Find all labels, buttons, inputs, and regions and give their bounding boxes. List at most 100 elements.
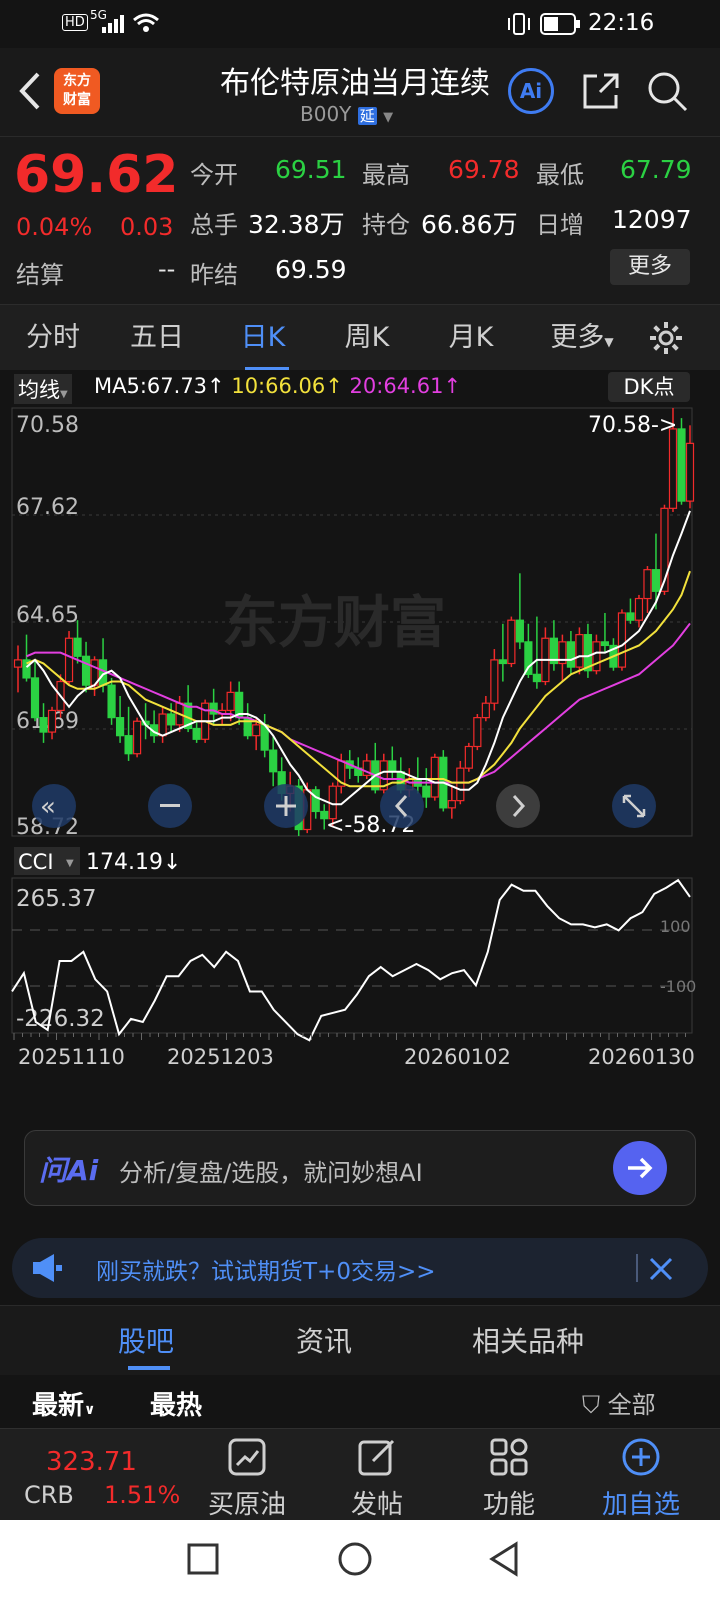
delayed-badge: 延 (357, 107, 377, 125)
tab-weekly-k[interactable]: 周K (322, 305, 412, 371)
watermark: 东方财富 (222, 593, 446, 655)
candlestick-chart[interactable]: 东方财富 70.58 67.62 64.65 61.69 58.72 70.58… (0, 370, 720, 1105)
candle-body (507, 619, 516, 665)
candle-body (311, 789, 320, 813)
candle-body (685, 442, 695, 502)
page-title: 布伦特原油当月连续 (220, 66, 490, 101)
candle-body (252, 724, 261, 737)
candle-body (464, 745, 473, 769)
prev-settle-value: 69.59 (275, 255, 347, 284)
tab-five-day[interactable]: 五日 (112, 305, 202, 371)
home-icon[interactable] (336, 1540, 374, 1578)
tab-news[interactable]: 资讯 (296, 1320, 352, 1360)
low-label: 最低 (536, 161, 584, 189)
arrow-right-icon (628, 1157, 653, 1179)
signal-icon (102, 15, 124, 33)
caret-down-icon: ▼ (604, 335, 614, 349)
candle-body (481, 702, 490, 719)
cci-y-bottom: -226.32 (16, 1006, 105, 1032)
daily-change-label: 日增 (536, 211, 584, 239)
sort-row: 最新∨ 最热 ⛉ 全部 (0, 1375, 720, 1430)
cci-label: CCI (18, 850, 54, 874)
candle-body (422, 785, 431, 798)
candle-body (39, 717, 48, 733)
high-value: 69.78 (448, 155, 520, 184)
ai-logo: 问Ai (39, 1154, 99, 1187)
cci-frame (11, 877, 693, 1034)
recents-icon[interactable] (186, 1542, 220, 1576)
active-tab-indicator (128, 1366, 170, 1370)
candle-body (532, 673, 541, 683)
candle-body (158, 713, 167, 737)
chart-area: 均线▼ MA5:67.73↑ 10:66.06↑ 20:64.61↑ DK点 东… (0, 370, 720, 1105)
candle-body (668, 428, 678, 509)
candle-body (575, 634, 584, 668)
filter-all[interactable]: ⛉ 全部 (582, 1385, 656, 1420)
candle-body (107, 684, 116, 719)
add-watchlist-button[interactable]: 加自选 (586, 1429, 696, 1521)
candle-body (47, 709, 57, 733)
double-left-icon: « (40, 792, 56, 822)
vibrate-icon (508, 13, 530, 35)
add-circle-icon (622, 1438, 660, 1476)
candle-body (430, 756, 439, 798)
cci-ref-low-label: -100 (660, 977, 696, 996)
buy-oil-button[interactable]: 买原油 (192, 1429, 302, 1521)
tab-daily-k[interactable]: 日K (218, 305, 308, 371)
volume-value: 32.38万 (248, 210, 345, 239)
open-value: 69.51 (275, 155, 347, 184)
search-icon[interactable] (646, 70, 690, 114)
candle-body (651, 569, 661, 592)
date-label: 20251110 (18, 1045, 125, 1069)
battery-icon (540, 13, 580, 35)
candle-body (617, 612, 627, 668)
quote-panel: 69.62 0.04% 0.03 结算 -- 今开 69.51 最高 69.78… (0, 136, 720, 304)
tab-more[interactable]: 更多▼ (532, 305, 632, 371)
candle-body (473, 717, 482, 748)
ai-button[interactable]: Ai (508, 68, 554, 114)
minus-icon (160, 804, 180, 807)
period-tabs: 分时 五日 日K 周K 月K 更多▼ (0, 304, 720, 370)
ai-submit-button[interactable] (613, 1141, 667, 1195)
tab-forum[interactable]: 股吧 (118, 1320, 174, 1360)
functions-button[interactable]: 功能 (454, 1429, 564, 1521)
candle-body (447, 800, 456, 809)
candle-body (115, 717, 125, 737)
gear-icon[interactable] (648, 320, 684, 356)
cci-y-top: 265.37 (16, 886, 96, 912)
date-label: 20260130 (588, 1045, 695, 1069)
ai-input-placeholder[interactable]: 分析/复盘/选股，就问妙想AI (119, 1153, 423, 1188)
post-button[interactable]: 发帖 (322, 1429, 432, 1521)
sort-latest[interactable]: 最新∨ (32, 1385, 95, 1422)
tab-monthly-k[interactable]: 月K (426, 305, 516, 371)
chevron-down-icon: ▼ (383, 110, 394, 125)
candle-body (64, 637, 74, 683)
candle-body (132, 720, 142, 755)
crb-percent: 1.51% (104, 1481, 181, 1509)
tab-related[interactable]: 相关品种 (472, 1320, 584, 1360)
candle-body (269, 749, 278, 773)
tab-intraday[interactable]: 分时 (8, 305, 98, 371)
last-price: 69.62 (14, 145, 179, 205)
close-icon[interactable] (648, 1256, 674, 1282)
share-icon[interactable] (580, 70, 622, 112)
divider (636, 1254, 638, 1282)
more-button[interactable]: 更多 (610, 249, 690, 285)
date-label: 20251203 (167, 1045, 274, 1069)
chevron-down-icon: ∨ (84, 1402, 96, 1418)
candle-body (600, 641, 610, 647)
sort-hottest[interactable]: 最热 (150, 1385, 202, 1422)
candle-body (388, 760, 397, 773)
step-left-button (380, 784, 424, 828)
ai-search-box[interactable]: 问Ai 分析/复盘/选股，就问妙想AI (24, 1130, 696, 1206)
back-icon[interactable] (16, 70, 42, 112)
promo-text[interactable]: 刚买就跌？试试期货T+0交易>> (96, 1252, 436, 1286)
clock: 22:16 (588, 10, 655, 36)
crb-label: CRB (24, 1481, 74, 1509)
candle-body (677, 428, 686, 502)
contract-code: B00Y 延 ▼ (300, 102, 394, 126)
back-nav-icon[interactable] (486, 1540, 522, 1578)
y-tick-label: 64.65 (16, 603, 79, 628)
promo-banner[interactable]: 刚买就跌？试试期货T+0交易>> (12, 1238, 708, 1298)
caret-down-icon: ▼ (66, 858, 74, 869)
